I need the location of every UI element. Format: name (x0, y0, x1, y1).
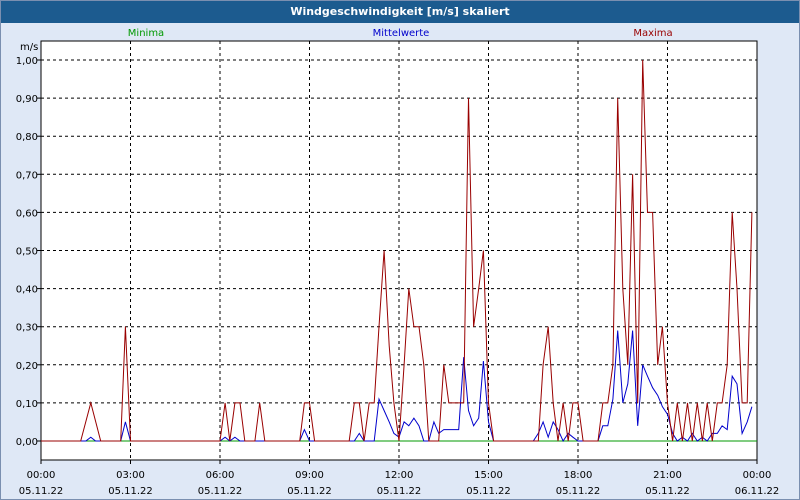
legend-item-maxima: Maxima (633, 28, 672, 39)
x-tick-time: 21:00 (653, 470, 682, 481)
x-tick-time: 00:00 (743, 470, 772, 481)
x-tick-time: 00:00 (27, 470, 56, 481)
y-tick-label: 0,90 (16, 94, 38, 105)
x-tick-date: 05.11.22 (198, 486, 243, 497)
x-tick-date: 05.11.22 (466, 486, 511, 497)
x-tick-date: 05.11.22 (645, 486, 690, 497)
x-axis-ticks: 00:00 05.11.22 03:00 05.11.22 06:00 05.11.22 0… (19, 460, 780, 497)
y-axis-ticks: 0,00 0,10 0,20 0,30 0,40 0,50 0,60 0,70 0,80 0,90… (16, 56, 41, 448)
legend: Minima Mittelwerte Maxima (128, 28, 673, 39)
y-axis-label: m/s (20, 42, 38, 53)
y-tick-label: 1,00 (16, 56, 38, 67)
x-tick-time: 12:00 (385, 470, 414, 481)
legend-item-minima: Minima (128, 28, 164, 39)
x-tick-time: 06:00 (206, 470, 235, 481)
y-tick-label: 0,50 (16, 247, 38, 258)
y-tick-label: 0,30 (16, 323, 38, 334)
y-tick-label: 0,70 (16, 170, 38, 181)
x-tick-date: 05.11.22 (19, 486, 64, 497)
x-tick-time: 15:00 (474, 470, 503, 481)
x-tick-time: 09:00 (295, 470, 324, 481)
x-tick-date: 06.11.22 (735, 486, 780, 497)
legend-item-mittelwerte: Mittelwerte (373, 28, 430, 39)
x-tick-date: 05.11.22 (556, 486, 601, 497)
y-tick-label: 0,00 (16, 437, 38, 448)
y-tick-label: 0,10 (16, 399, 38, 410)
y-tick-label: 0,20 (16, 361, 38, 372)
chart-canvas: 0,00 0,10 0,20 0,30 0,40 0,50 0,60 0,70 0,80 0,90… (16, 28, 780, 497)
x-tick-time: 03:00 (116, 470, 145, 481)
x-tick-date: 05.11.22 (287, 486, 332, 497)
x-tick-time: 18:00 (564, 470, 593, 481)
x-tick-date: 05.11.22 (108, 486, 153, 497)
x-tick-date: 05.11.22 (377, 486, 422, 497)
y-tick-label: 0,80 (16, 132, 38, 143)
y-tick-label: 0,40 (16, 285, 38, 296)
y-tick-label: 0,60 (16, 208, 38, 219)
